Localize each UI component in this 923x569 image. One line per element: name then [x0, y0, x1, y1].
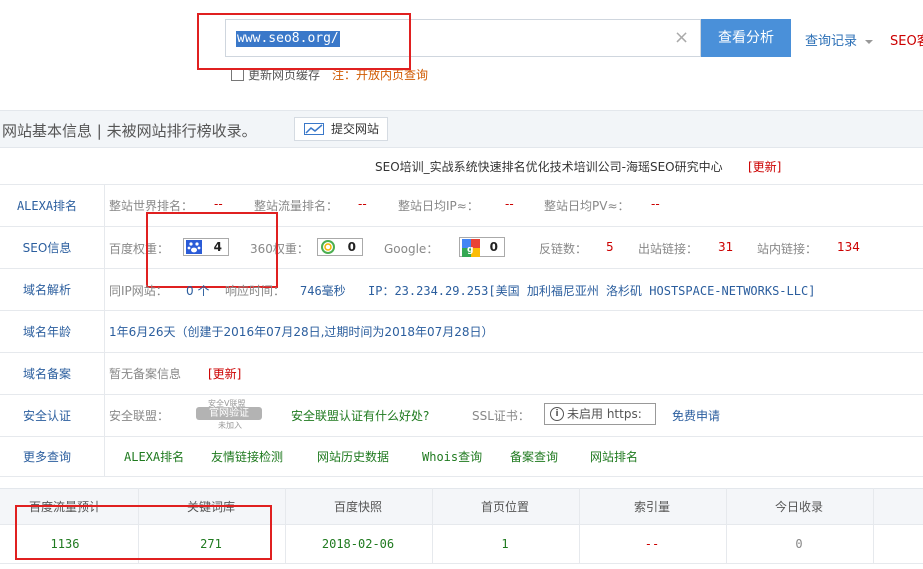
- icp-value: 暂无备案信息: [109, 367, 182, 381]
- row-label-icp: 域名备案: [22, 367, 71, 381]
- seal-bottom: 未加入: [218, 421, 242, 430]
- google-value: 0: [489, 240, 498, 254]
- analyze-button[interactable]: 查看分析: [701, 19, 791, 57]
- baidu-weight-badge[interactable]: 4: [183, 238, 229, 256]
- ssl-status-label: 未启用 https:: [567, 407, 642, 421]
- column-divider: [104, 184, 105, 476]
- cell-home-position: 1: [501, 537, 509, 551]
- google-badge[interactable]: g 0: [459, 237, 505, 257]
- row-label-security: 安全认证: [22, 409, 71, 423]
- site-title: SEO培训_实战系统快速排名优化技术培训公司-海瑶SEO研究中心: [375, 160, 723, 174]
- close-icon[interactable]: ×: [674, 28, 689, 48]
- page-title: 网站基本信息 | 未被网站排行榜收录。: [2, 122, 257, 140]
- baidu-paw-icon: [186, 240, 202, 254]
- daily-pv-value: --: [651, 197, 660, 211]
- query-history-label: 查询记录: [805, 34, 858, 49]
- w360-value: 0: [347, 240, 356, 254]
- cell-keywords[interactable]: 271: [138, 537, 284, 551]
- same-ip-value[interactable]: 0 个: [186, 282, 209, 299]
- baidu-weight-label: 百度权重：: [109, 242, 170, 256]
- seo-client-link[interactable]: SEO客: [890, 30, 923, 49]
- row-divider: [0, 226, 923, 227]
- row-label-domain-age: 域名年龄: [22, 325, 71, 339]
- col-header-baidu-traffic: 百度流量预计: [28, 500, 101, 514]
- google-icon: g: [462, 239, 480, 257]
- row-divider: [0, 310, 923, 311]
- daily-ip-label: 整站日均IP≈：: [398, 199, 479, 213]
- cell-index[interactable]: --: [579, 537, 725, 551]
- inlinks-label: 站内链接：: [757, 242, 818, 256]
- cell-baidu-traffic[interactable]: 1136: [0, 537, 138, 551]
- col-header-keywords: 关键词库: [186, 500, 235, 514]
- row-label-more: 更多查询: [22, 450, 71, 464]
- alliance-label: 安全联盟：: [109, 409, 170, 423]
- outlinks-value[interactable]: 31: [718, 240, 733, 254]
- free-apply-link[interactable]: 免费申请: [672, 407, 720, 424]
- ssl-label: SSL证书：: [472, 409, 530, 423]
- inlinks-value[interactable]: 134: [837, 240, 860, 254]
- site-update-link[interactable]: [更新]: [748, 158, 781, 175]
- row-divider: [0, 184, 923, 185]
- baidu-weight-value: 4: [213, 240, 222, 254]
- col-header-snapshot: 百度快照: [333, 500, 382, 514]
- daily-ip-value: --: [505, 197, 514, 211]
- column-divider: [873, 488, 874, 564]
- flow-rank-label: 整站流量排名：: [254, 199, 339, 213]
- row-divider: [0, 563, 923, 564]
- more-link-rank[interactable]: 网站排名: [590, 448, 638, 465]
- info-icon: i: [550, 407, 564, 421]
- col-header-home-position: 首页位置: [480, 500, 529, 514]
- more-link-friend-links[interactable]: 友情链接检测: [211, 448, 283, 465]
- row-label-dns: 域名解析: [22, 283, 71, 297]
- w360-badge[interactable]: 0: [317, 238, 363, 256]
- row-label-alexa: ALEXA排名: [16, 199, 78, 213]
- response-time-label: 响应时间：: [225, 284, 286, 298]
- ip-info: IP：23.234.29.253[美国 加利福尼亚州 洛杉矶 HOSTSPACE…: [368, 284, 816, 298]
- inner-page-note: 注：开放内页查询: [332, 68, 429, 82]
- row-divider: [0, 436, 923, 437]
- submit-site-label: 提交网站: [331, 122, 380, 136]
- chart-icon: [304, 123, 324, 135]
- google-label: Google：: [384, 242, 439, 256]
- col-header-index: 索引量: [633, 500, 670, 514]
- world-rank-value: --: [214, 197, 223, 211]
- more-link-whois[interactable]: Whois查询: [422, 448, 482, 465]
- submit-site-button[interactable]: 提交网站: [294, 117, 388, 141]
- 360-circle-icon: [320, 240, 336, 254]
- search-input-value[interactable]: www.seo8.org/: [236, 31, 340, 47]
- world-rank-label: 整站世界排名：: [109, 199, 194, 213]
- cell-today: 0: [795, 537, 803, 551]
- row-divider: [0, 352, 923, 353]
- ssl-status-badge[interactable]: i 未启用 https:: [544, 403, 656, 425]
- row-label-seo: SEO信息: [22, 241, 72, 255]
- refresh-cache-checkbox[interactable]: [231, 68, 244, 81]
- more-link-alexa[interactable]: ALEXA排名: [124, 448, 184, 465]
- row-divider: [0, 268, 923, 269]
- outlinks-label: 出站链接：: [638, 242, 699, 256]
- domain-age-value: 1年6月26天（创建于2016年07月28日,过期时间为2018年07月28日）: [109, 325, 494, 339]
- alliance-benefits-link[interactable]: 安全联盟认证有什么好处?: [291, 407, 429, 424]
- more-link-history[interactable]: 网站历史数据: [317, 448, 389, 465]
- cell-snapshot[interactable]: 2018-02-06: [285, 537, 431, 551]
- icp-update-link[interactable]: [更新]: [208, 365, 241, 382]
- daily-pv-label: 整站日均PV≈：: [544, 199, 630, 213]
- alliance-seal[interactable]: 安全V联盟 官网验证 未加入: [190, 398, 270, 430]
- row-divider: [0, 476, 923, 477]
- same-ip-label: 同IP网站：: [109, 284, 168, 298]
- chevron-down-icon: [865, 39, 874, 44]
- backlinks-value[interactable]: 5: [606, 240, 614, 254]
- flow-rank-value: --: [358, 197, 367, 211]
- row-divider: [0, 394, 923, 395]
- svg-text:g: g: [467, 245, 473, 255]
- query-history-dropdown[interactable]: 查询记录: [805, 30, 874, 49]
- refresh-cache-label: 更新网页缓存: [248, 68, 321, 82]
- response-time-value: 746毫秒: [300, 284, 346, 298]
- col-header-today: 今日收录: [774, 500, 823, 514]
- w360-label: 360权重：: [250, 242, 309, 256]
- seal-main: 官网验证: [196, 407, 262, 420]
- row-divider: [0, 524, 923, 525]
- backlinks-label: 反链数：: [539, 242, 588, 256]
- more-link-icp[interactable]: 备案查询: [510, 448, 558, 465]
